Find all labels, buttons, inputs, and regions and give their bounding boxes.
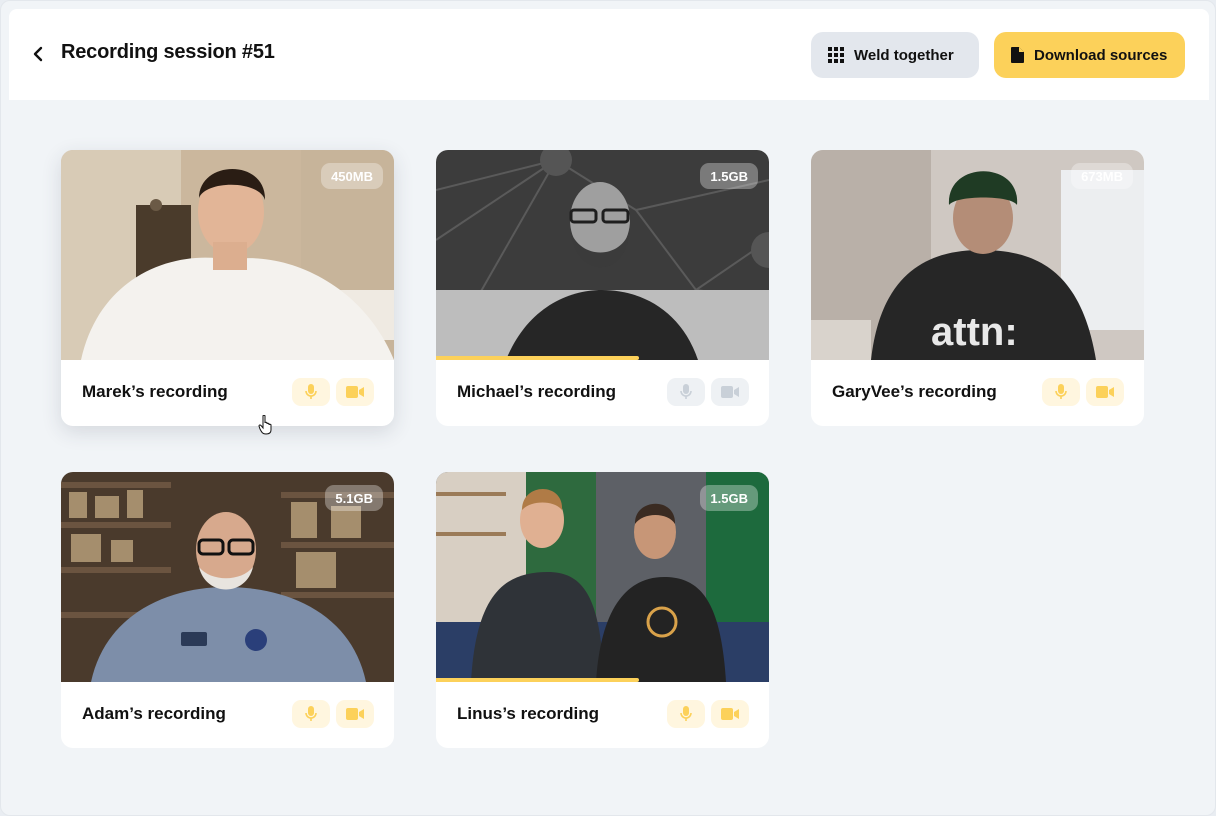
document-icon (1011, 47, 1024, 63)
recording-card[interactable]: attn: 673MB GaryVee’s recording (811, 150, 1144, 426)
app-window: Recording session #51 Weld together Down… (0, 0, 1216, 816)
recording-name: Marek’s recording (82, 382, 228, 401)
recording-name: GaryVee’s recording (832, 382, 997, 401)
camera-toggle[interactable] (711, 378, 749, 406)
video-camera-icon (1096, 386, 1114, 398)
recording-card[interactable]: 1.5GB Linus’s recording (436, 472, 769, 748)
camera-toggle[interactable] (336, 700, 374, 728)
header-bar: Recording session #51 Weld together Down… (9, 9, 1209, 100)
video-camera-icon (346, 708, 364, 720)
microphone-icon (680, 706, 692, 721)
file-size-badge: 5.1GB (325, 485, 383, 511)
recording-card[interactable]: 5.1GB Adam’s recording (61, 472, 394, 748)
video-camera-icon (721, 386, 739, 398)
microphone-toggle[interactable] (292, 378, 330, 406)
microphone-icon (1055, 384, 1067, 399)
weld-together-button[interactable]: Weld together (811, 32, 979, 78)
video-thumbnail[interactable]: 1.5GB (436, 472, 769, 682)
video-thumbnail[interactable]: 5.1GB (61, 472, 394, 682)
back-button[interactable] (29, 43, 47, 65)
recording-name: Adam’s recording (82, 704, 226, 723)
grid-icon (828, 47, 844, 63)
hand-pointer-icon (258, 415, 272, 435)
microphone-icon (305, 384, 317, 399)
chevron-left-icon (33, 46, 43, 62)
camera-toggle[interactable] (711, 700, 749, 728)
file-size-badge: 450MB (321, 163, 383, 189)
svg-text:attn:: attn: (931, 310, 1018, 354)
download-sources-button[interactable]: Download sources (994, 32, 1185, 78)
file-size-badge: 673MB (1071, 163, 1133, 189)
progress-bar (436, 356, 640, 360)
file-size-badge: 1.5GB (700, 163, 758, 189)
microphone-toggle[interactable] (292, 700, 330, 728)
recording-card[interactable]: 450MB Marek’s recording (61, 150, 394, 426)
microphone-icon (305, 706, 317, 721)
microphone-toggle[interactable] (1042, 378, 1080, 406)
weld-together-label: Weld together (854, 46, 954, 64)
video-camera-icon (346, 386, 364, 398)
recording-name: Linus’s recording (457, 704, 600, 723)
camera-toggle[interactable] (336, 378, 374, 406)
recording-name: Michael’s recording (457, 382, 617, 401)
video-thumbnail[interactable]: attn: 673MB (811, 150, 1144, 360)
video-thumbnail[interactable]: 450MB (61, 150, 394, 360)
video-camera-icon (721, 708, 739, 720)
file-size-badge: 1.5GB (700, 485, 758, 511)
recording-card[interactable]: 1.5GB Michael’s recording (436, 150, 769, 426)
camera-toggle[interactable] (1086, 378, 1124, 406)
download-sources-label: Download sources (1034, 46, 1168, 64)
progress-bar (436, 678, 640, 682)
microphone-toggle[interactable] (667, 700, 705, 728)
page-title: Recording session #51 (61, 41, 275, 63)
video-thumbnail[interactable]: 1.5GB (436, 150, 769, 360)
microphone-icon (680, 384, 692, 399)
microphone-toggle[interactable] (667, 378, 705, 406)
